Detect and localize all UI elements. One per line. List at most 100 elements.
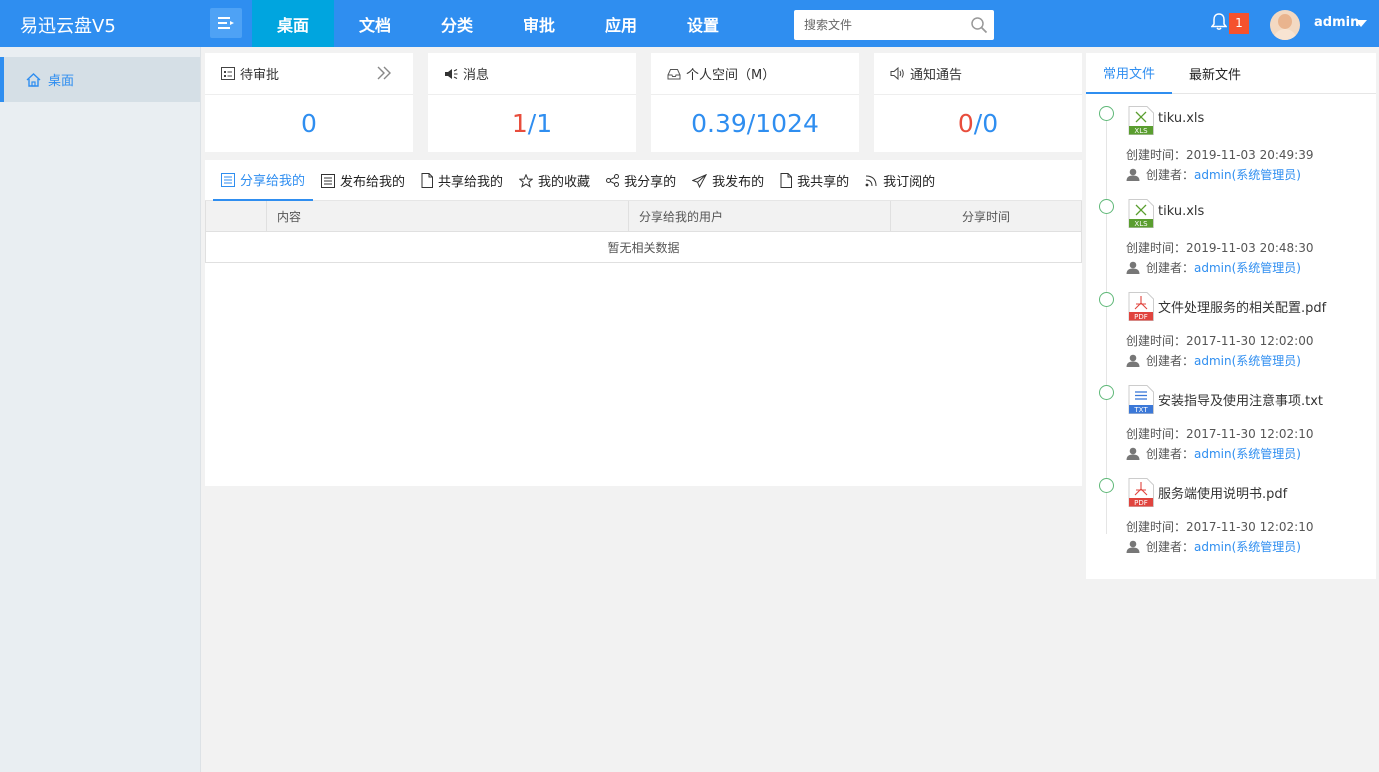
username[interactable]: admin <box>1314 15 1359 30</box>
file-name-link[interactable]: 文件处理服务的相关配置.pdf <box>1158 297 1326 316</box>
avatar-body <box>1273 29 1297 40</box>
creator-label: 创建者： <box>1146 168 1195 182</box>
creator-link[interactable]: admin(系统管理员) <box>1194 166 1301 183</box>
creator: 创建者： admin(系统管理员) <box>1126 352 1301 369</box>
stat-card-pending[interactable]: 待审批 0 <box>205 53 413 152</box>
tab-common-files[interactable]: 常用文件 <box>1086 53 1173 94</box>
creator: 创建者： admin(系统管理员) <box>1126 166 1301 183</box>
timeline-dot <box>1099 106 1114 121</box>
main-nav: 桌面 文档 分类 审批 应用 设置 <box>252 0 744 47</box>
created-value: 2017-11-30 12:02:00 <box>1186 334 1314 348</box>
pdf-file-icon[interactable]: PDF <box>1128 478 1154 507</box>
unread-message-count: 1 <box>511 109 528 138</box>
double-chevron-right-icon[interactable] <box>376 66 397 84</box>
creator-link[interactable]: admin(系统管理员) <box>1194 259 1301 276</box>
file-name-link[interactable]: 安装指导及使用注意事项.txt <box>1158 390 1323 409</box>
nav-item-settings[interactable]: 设置 <box>662 0 744 47</box>
tab-my-publications[interactable]: 我发布的 <box>684 160 772 201</box>
creator-label: 创建者： <box>1146 447 1195 461</box>
column-header-content[interactable]: 内容 <box>267 201 629 231</box>
tab-label: 我发布的 <box>712 175 765 190</box>
card-header: 消息 <box>428 53 636 95</box>
sidebar-item-label: 桌面 <box>48 74 75 89</box>
user-icon <box>1126 354 1140 367</box>
card-header: 待审批 <box>205 53 413 95</box>
pending-count: 0 <box>301 109 317 138</box>
tab-my-shares[interactable]: 我分享的 <box>598 160 684 201</box>
stat-card-space[interactable]: 个人空间（M） 0.39/1024 <box>651 53 859 152</box>
timeline-item: PDF 服务端使用说明书.pdf 创建时间：2017-11-30 12:02:1… <box>1086 466 1376 559</box>
bell-icon[interactable] <box>1210 13 1228 35</box>
creator-link[interactable]: admin(系统管理员) <box>1194 352 1301 369</box>
share-panel: 分享给我的 发布给我的 共享给我的 我的收藏 我分享的 我发布的 我共享的 我订… <box>205 160 1082 486</box>
pdf-file-icon[interactable]: PDF <box>1128 292 1154 321</box>
xls-file-icon[interactable]: XLS <box>1128 199 1154 228</box>
caret-down-icon[interactable] <box>1355 20 1367 27</box>
tab-my-co-shares[interactable]: 我共享的 <box>772 160 857 201</box>
column-header-time[interactable]: 分享时间 <box>891 201 1081 231</box>
created-time: 创建时间：2017-11-30 12:02:10 <box>1126 518 1313 535</box>
nav-item-categories[interactable]: 分类 <box>416 0 498 47</box>
created-time: 创建时间：2019-11-03 20:48:30 <box>1126 239 1313 256</box>
file-name-link[interactable]: tiku.xls <box>1158 111 1204 126</box>
card-label: 通知通告 <box>910 68 963 83</box>
file-name-link[interactable]: tiku.xls <box>1158 204 1204 219</box>
send-icon <box>692 173 708 188</box>
nav-item-apps[interactable]: 应用 <box>580 0 662 47</box>
tab-published-to-me[interactable]: 发布给我的 <box>313 160 413 201</box>
total-notice-count: 0 <box>982 109 999 138</box>
created-time: 创建时间：2017-11-30 12:02:10 <box>1126 425 1313 442</box>
created-value: 2017-11-30 12:02:10 <box>1186 427 1314 441</box>
share-icon <box>606 174 620 187</box>
card-value: 1/1 <box>428 95 636 152</box>
volume-icon <box>890 67 904 80</box>
file-tabs: 常用文件 最新文件 <box>1086 53 1376 94</box>
file-name-link[interactable]: 服务端使用说明书.pdf <box>1158 483 1287 502</box>
nav-item-approval[interactable]: 审批 <box>498 0 580 47</box>
sidebar-item-desktop[interactable]: 桌面 <box>0 57 200 102</box>
created-label: 创建时间： <box>1126 334 1187 348</box>
tab-shared-to-me[interactable]: 分享给我的 <box>213 160 314 201</box>
approval-icon <box>221 67 235 80</box>
creator-link[interactable]: admin(系统管理员) <box>1194 538 1301 555</box>
search-input[interactable] <box>794 10 964 40</box>
notification-badge[interactable]: 1 <box>1229 13 1249 34</box>
file-type-label: PDF <box>1134 499 1148 507</box>
creator-link[interactable]: admin(系统管理员) <box>1194 445 1301 462</box>
list-icon <box>221 172 235 187</box>
xls-file-icon[interactable]: XLS <box>1128 106 1154 135</box>
txt-file-icon[interactable]: TXT <box>1128 385 1154 414</box>
app-logo[interactable]: 易迅云盘V5 <box>20 12 116 38</box>
menu-toggle-button[interactable] <box>210 8 242 38</box>
timeline-item: TXT 安装指导及使用注意事项.txt 创建时间：2017-11-30 12:0… <box>1086 373 1376 466</box>
share-table: 内容 分享给我的用户 分享时间 暂无相关数据 <box>205 201 1082 263</box>
creator: 创建者： admin(系统管理员) <box>1126 445 1301 462</box>
nav-item-documents[interactable]: 文档 <box>334 0 416 47</box>
file-type-label: PDF <box>1134 313 1148 321</box>
column-header-user[interactable]: 分享给我的用户 <box>629 201 891 231</box>
tab-my-subscriptions[interactable]: 我订阅的 <box>857 160 943 201</box>
tab-latest-files[interactable]: 最新文件 <box>1172 53 1258 94</box>
user-icon <box>1126 168 1140 181</box>
space-usage: 0.39/1024 <box>691 109 819 138</box>
rss-icon <box>865 175 877 187</box>
tab-label: 我分享的 <box>624 175 677 190</box>
tab-my-favorites[interactable]: 我的收藏 <box>511 160 598 201</box>
timeline-dot <box>1099 292 1114 307</box>
created-value: 2019-11-03 20:49:39 <box>1186 148 1314 162</box>
created-label: 创建时间： <box>1126 520 1187 534</box>
tab-co-shared-to-me[interactable]: 共享给我的 <box>413 160 511 201</box>
search-box <box>794 10 994 40</box>
card-header: 通知通告 <box>874 53 1082 95</box>
stat-card-notices[interactable]: 通知通告 0/0 <box>874 53 1082 152</box>
timeline-item: PDF 文件处理服务的相关配置.pdf 创建时间：2017-11-30 12:0… <box>1086 280 1376 373</box>
stat-card-messages[interactable]: 消息 1/1 <box>428 53 636 152</box>
tab-label: 共享给我的 <box>438 175 504 190</box>
user-icon <box>1126 261 1140 274</box>
search-icon[interactable] <box>970 16 988 38</box>
avatar[interactable] <box>1270 10 1300 40</box>
timeline-dot <box>1099 385 1114 400</box>
nav-item-desktop[interactable]: 桌面 <box>252 0 334 47</box>
file-icon <box>421 173 434 188</box>
speaker-icon <box>445 68 458 79</box>
